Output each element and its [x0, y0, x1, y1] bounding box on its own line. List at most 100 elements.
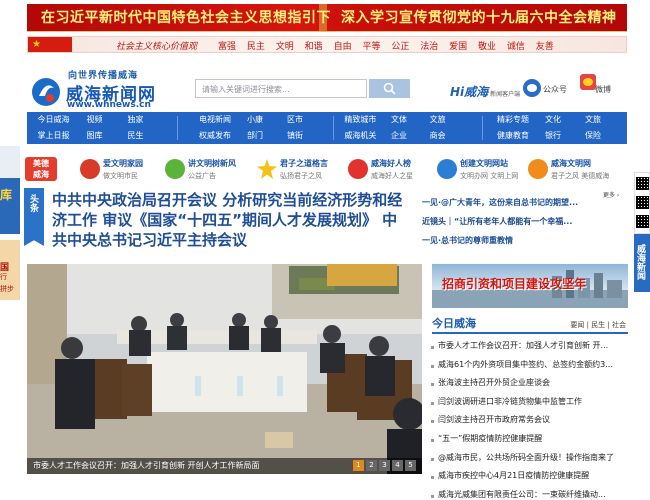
today-weihai-list: 市委人才工作会议召开：加强人才引育创新 开... 威海61个内外资项目集中签约、… [430, 340, 628, 500]
list-item[interactable]: 闫剑波调研进口非冷链货物集中监管工作 [430, 396, 628, 415]
list-item[interactable]: 威海市疾控中心4月21日疫情防控健康提醒 [430, 470, 628, 489]
wechat-icon[interactable] [523, 79, 541, 97]
leaf-icon [165, 159, 185, 179]
nav-item[interactable]: 图库 [74, 128, 115, 144]
search-input[interactable]: 请输入关键词进行搜索... [195, 79, 367, 98]
globe-icon [437, 159, 457, 179]
wechat-label[interactable]: 公众号 [543, 84, 567, 95]
search-button[interactable] [369, 79, 410, 98]
core-value: 和谐 [304, 42, 323, 52]
core-values-strip[interactable]: 社会主义核心价值观 富强 民主 文明 和谐 自由 平等 公正 法治 爱国 敬业 … [27, 36, 627, 53]
core-value: 富强 [218, 42, 237, 52]
guide-title: 爱文明家园 [103, 159, 143, 168]
site-logo-icon[interactable] [30, 76, 62, 108]
photo-caption-bar: 市委人才工作会议召开：加强人才引育创新 开创人才工作新局面 1 2 3 4 5 [27, 458, 422, 474]
nav-item[interactable]: 区市 [275, 112, 315, 128]
nav-item[interactable]: 文旅 [418, 112, 457, 128]
right-news-item[interactable]: 一见·@广大青年，这份来自总书记的期望... [422, 197, 622, 216]
nav-item[interactable]: 小康 [235, 112, 275, 128]
left-float-ad-1[interactable]: 库 [0, 178, 20, 234]
weibo-icon[interactable] [580, 74, 596, 90]
nav-item[interactable]: 精彩专题 [493, 112, 533, 128]
nav-item[interactable]: 威海机关 [341, 128, 380, 144]
guide-item-civil-net[interactable]: 威海文明网 君子之风 美德威海 [528, 156, 628, 186]
nav-item[interactable]: 文体 [380, 112, 419, 128]
pager-dot[interactable]: 3 [379, 460, 390, 471]
headline-link[interactable]: 中共中央政治局召开会议 分析研究当前经济形势和经济工作 审议《国家“十四五”期间… [52, 190, 412, 250]
list-item[interactable]: “五一”假期疫情防控健康提醒 [430, 433, 628, 452]
nav-item[interactable]: 独家 [115, 112, 156, 128]
core-value: 友善 [535, 42, 554, 52]
banner-left-text: 在习近平新时代中国特色社会主义思想指引下 [41, 10, 331, 26]
list-item[interactable]: @威海市民，公共场所码全面升级！操作指南来了 [430, 452, 628, 471]
guide-item-civil-home[interactable]: 爱文明家园 做文明市民 [80, 156, 160, 186]
nav-item[interactable]: 保险 [573, 128, 613, 144]
right-news-item[interactable]: 一见·总书记的尊师重教情 [422, 235, 622, 254]
cloud-icon [528, 159, 548, 179]
nav-item[interactable]: 电视新闻 [195, 112, 235, 128]
nav-item[interactable]: 民生 [115, 128, 156, 144]
nav-item[interactable]: 部门 [235, 128, 275, 144]
today-weihai-header: 今日威海 要闻 | 民生 | 社会 [432, 312, 628, 334]
top-banner[interactable]: 在习近平新时代中国特色社会主义思想指引下 深入学习宣传贯彻党的十九届六中全会精神 [27, 4, 627, 32]
pager-dot[interactable]: 5 [405, 460, 416, 471]
guide-title: 创建文明网站 [460, 159, 508, 168]
pager-dot[interactable]: 1 [353, 460, 364, 471]
left-ad-2-line2: 行 [0, 273, 7, 281]
qr-block [636, 196, 649, 209]
list-item[interactable]: 市委人才工作会议召开：加强人才引育创新 开... [430, 340, 628, 359]
pager-dot[interactable]: 2 [366, 460, 377, 471]
headline-photo[interactable] [27, 264, 422, 474]
left-float-ad-2[interactable]: 国 行 拼步 [0, 240, 20, 300]
nav-item[interactable]: 商会 [418, 128, 457, 144]
investment-banner[interactable]: 招商引资和项目建设攻坚年 [432, 264, 628, 308]
core-value: 民主 [246, 42, 265, 52]
flag-icon [28, 37, 72, 52]
qr-block [636, 215, 649, 228]
site-url: www.whnews.cn [67, 100, 151, 110]
pager-dot[interactable]: 4 [392, 460, 403, 471]
hi-weihai-sub: 新闻客户端 [490, 91, 521, 98]
nav-group-1: 今日威海 视频 独家 掌上日报 图库 民生 [33, 112, 156, 144]
nav-item[interactable]: 视频 [74, 112, 115, 128]
list-item[interactable]: 闫剑波主持召开市政府常务会议 [430, 414, 628, 433]
today-weihai-tabs[interactable]: 要闻 | 民生 | 社会 [570, 320, 626, 330]
guide-item-civil-site[interactable]: 创建文明网站 文明办网 文明上网 [437, 156, 522, 186]
guide-item-junzi[interactable]: 君子之道格言 弘扬君子之风 [257, 156, 342, 186]
guide-item-new-trend[interactable]: 讲文明树新风 公益广告 [165, 156, 250, 186]
nav-divider [482, 116, 483, 140]
nav-item[interactable]: 掌上日报 [33, 128, 74, 144]
nav-group-3: 精致城市 文体 文旅 威海机关 企业 商会 [341, 112, 457, 144]
meide-weihai-logo[interactable]: 美德 威海 [25, 157, 57, 181]
nav-item[interactable]: 文旅 [573, 112, 613, 128]
heart-hands-icon [80, 159, 100, 179]
list-item[interactable]: 威海61个内外资项目集中签约、总签约金额约3... [430, 359, 628, 378]
banner-right-text: 深入学习宣传贯彻党的十九届六中全会精神 [341, 10, 617, 26]
nav-item[interactable]: 今日威海 [33, 112, 74, 128]
list-item[interactable]: 张海波主持召开外贸企业座谈会 [430, 377, 628, 396]
guide-item-good-people[interactable]: 威海好人榜 威海好人之星 [348, 156, 428, 186]
right-news-item[interactable]: 近镜头｜“让所有老年人都能有一个幸福... [422, 216, 622, 235]
photo-caption[interactable]: 市委人才工作会议召开：加强人才引育创新 开创人才工作新局面 [33, 460, 260, 471]
nav-group-2: 电视新闻 小康 区市 权威发布 部门 镇街 [195, 112, 315, 144]
core-value: 平等 [362, 42, 381, 52]
core-value: 法治 [420, 42, 439, 52]
nav-item[interactable]: 镇街 [275, 128, 315, 144]
list-item[interactable]: 威海光威集团有限责任公司：一束碳纤维撬动... [430, 489, 628, 500]
nav-item[interactable]: 健康教育 [493, 128, 533, 144]
nav-item[interactable]: 权威发布 [195, 128, 235, 144]
heart-icon [348, 159, 368, 179]
hi-weihai-app-link[interactable]: Hi威海 新闻客户端 [450, 81, 520, 100]
investment-banner-title: 招商引资和项目建设攻坚年 [442, 277, 587, 291]
nav-item[interactable]: 企业 [380, 128, 419, 144]
qr-side-banner[interactable]: 威海新闻 [634, 234, 650, 292]
nav-item[interactable]: 文化 [533, 112, 573, 128]
nav-divider [333, 116, 334, 140]
nav-item[interactable]: 银行 [533, 128, 573, 144]
page: 在习近平新时代中国特色社会主义思想指引下 深入学习宣传贯彻党的十九届六中全会精神… [0, 0, 650, 500]
nav-item[interactable]: 精致城市 [341, 112, 380, 128]
today-weihai-title[interactable]: 今日威海 [432, 315, 476, 331]
weibo-label[interactable]: 微博 [595, 84, 611, 95]
nav-group-4: 精彩专题 文化 文旅 健康教育 银行 保险 [493, 112, 613, 144]
left-ad-2-line3: 拼步 [0, 285, 14, 293]
